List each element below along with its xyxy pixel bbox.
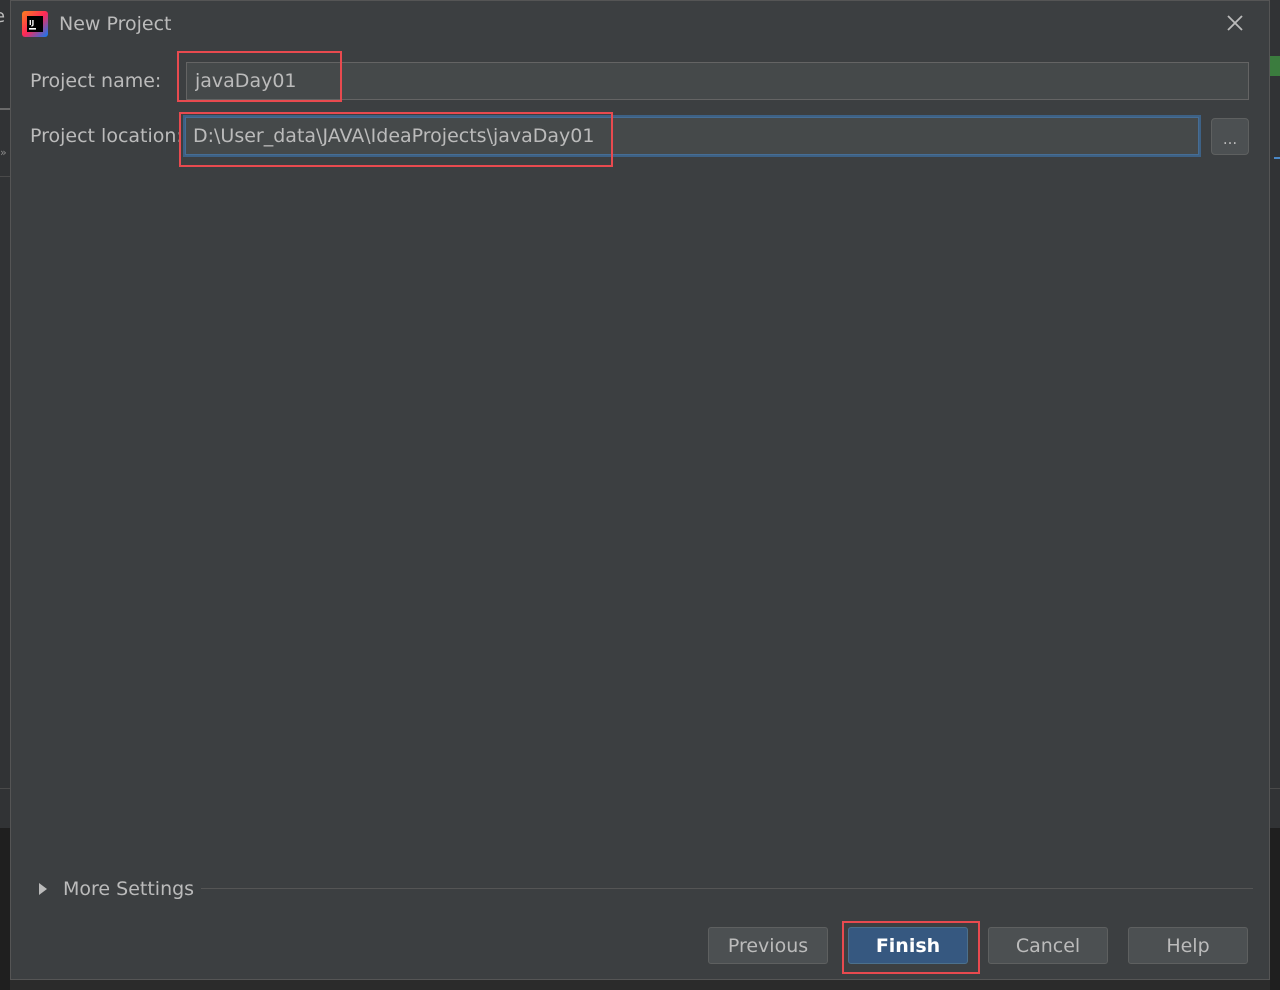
close-icon[interactable]	[1223, 11, 1247, 35]
chevron-right-icon: »	[0, 146, 7, 159]
browse-button[interactable]: ...	[1211, 118, 1249, 155]
previous-button[interactable]: Previous	[708, 927, 828, 964]
background-divider	[0, 788, 10, 789]
background-ide-right	[1270, 0, 1280, 990]
background-edge-text: e	[0, 6, 5, 27]
background-panel	[1270, 828, 1280, 990]
background-indicator	[1270, 56, 1280, 76]
help-button[interactable]: Help	[1128, 927, 1248, 964]
background-panel	[0, 828, 10, 990]
svg-text:IJ: IJ	[29, 19, 34, 27]
divider	[201, 888, 1253, 889]
background-divider	[0, 176, 10, 177]
more-settings-toggle[interactable]: More Settings	[35, 875, 194, 903]
new-project-dialog: IJ New Project Project name: Project loc…	[10, 0, 1270, 980]
intellij-idea-icon: IJ	[22, 11, 48, 37]
project-location-input[interactable]	[183, 115, 1201, 157]
cancel-button[interactable]: Cancel	[988, 927, 1108, 964]
background-indicator	[1274, 157, 1280, 159]
project-name-input[interactable]	[186, 62, 1249, 100]
finish-button[interactable]: Finish	[848, 927, 968, 964]
project-location-label: Project location:	[30, 125, 183, 147]
background-ide-left: e »	[0, 0, 10, 990]
project-name-label: Project name:	[30, 70, 162, 92]
background-divider	[0, 108, 10, 110]
title-bar: IJ New Project	[11, 1, 1269, 45]
window-title: New Project	[59, 13, 172, 35]
expand-triangle-icon	[39, 883, 47, 895]
more-settings-label: More Settings	[63, 878, 195, 900]
background-divider	[1270, 788, 1280, 789]
